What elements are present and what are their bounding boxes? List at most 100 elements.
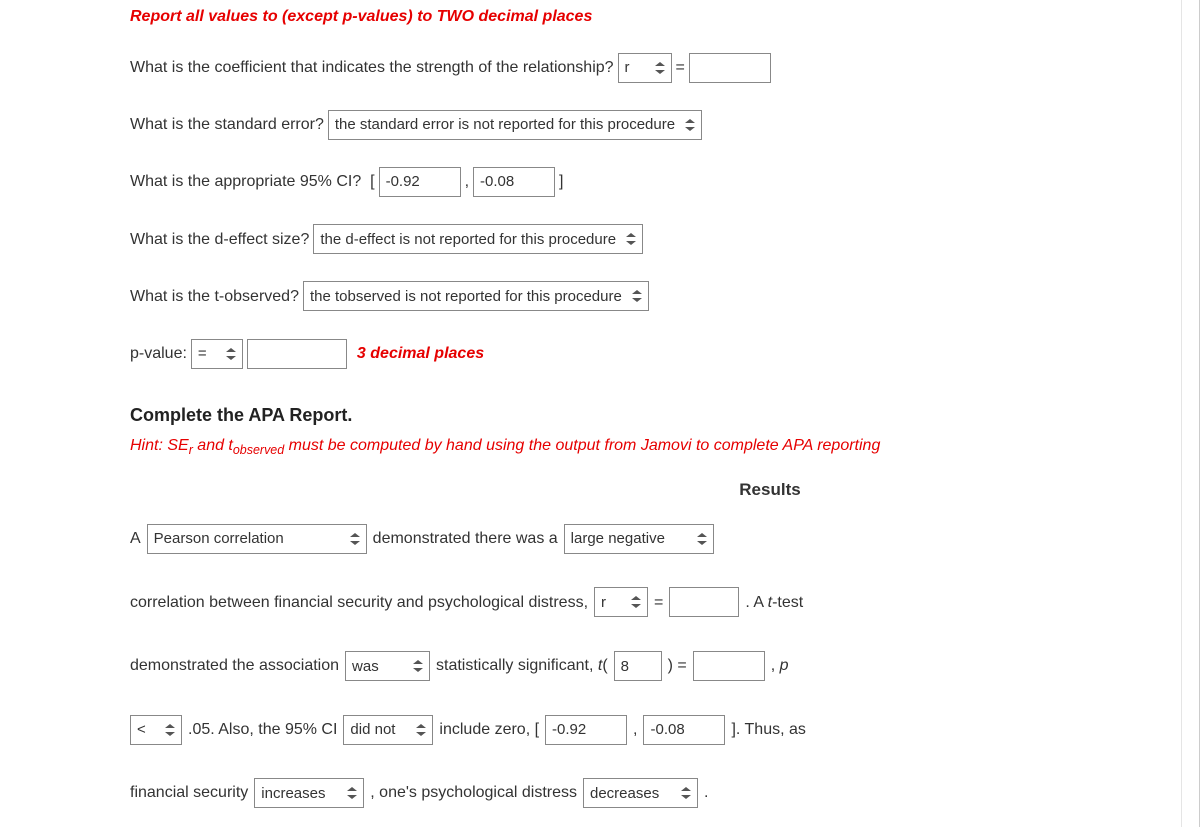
direction2-select[interactable]: decreases <box>583 778 698 808</box>
hint-mid: and t <box>193 437 233 454</box>
pvalue-label: p-value: <box>130 336 187 371</box>
test-type-select[interactable]: Pearson correlation <box>147 524 367 554</box>
effect-direction-select[interactable]: large negative <box>564 524 714 554</box>
sort-icon <box>655 62 665 74</box>
instruction-heading: Report all values to (except p-values) t… <box>130 0 1170 26</box>
q3-text: What is the appropriate 95% CI? [ <box>130 164 375 199</box>
direction2-value: decreases <box>590 774 659 813</box>
comma2: , <box>633 709 637 751</box>
d-effect-value: the d-effect is not reported for this pr… <box>320 223 616 256</box>
text-include-zero: include zero, [ <box>439 709 539 751</box>
q4-row: What is the d-effect size? the d-effect … <box>130 222 1170 257</box>
text-paren-eq: ) = <box>668 645 687 687</box>
was-value: was <box>352 647 379 686</box>
results-line-1: A Pearson correlation demonstrated there… <box>130 518 1170 560</box>
q2-row: What is the standard error? the standard… <box>130 107 1170 142</box>
pvalue-operator-value: = <box>198 337 207 370</box>
text-comma-p: , p <box>771 645 789 687</box>
results-line-5: financial security increases , one's psy… <box>130 772 1170 814</box>
p-compare-select[interactable]: < <box>130 715 182 745</box>
d-effect-select[interactable]: the d-effect is not reported for this pr… <box>313 224 643 254</box>
text-05-ci: .05. Also, the 95% CI <box>188 709 337 751</box>
sort-icon <box>632 290 642 302</box>
results-line-3: demonstrated the association was statist… <box>130 645 1170 687</box>
results-line-4: < .05. Also, the 95% CI did not include … <box>130 709 1170 751</box>
sort-icon <box>631 596 641 608</box>
q3-row: What is the appropriate 95% CI? [ , ] <box>130 164 1170 199</box>
pvalue-input[interactable] <box>247 339 347 369</box>
p-compare-value: < <box>137 710 146 749</box>
text-period: . <box>704 772 708 814</box>
ci-lower-input[interactable] <box>379 167 461 197</box>
text-correlation-between: correlation between financial security a… <box>130 582 588 624</box>
pvalue-operator-select[interactable]: = <box>191 339 243 369</box>
text-ttest: . A t-test <box>745 582 803 624</box>
apa-hint: Hint: SEr and tobserved must be computed… <box>130 434 1170 460</box>
sort-icon <box>350 533 360 545</box>
bracket-close: ] <box>559 164 563 199</box>
text-stat-sig: statistically significant, t( <box>436 645 608 687</box>
t6b: p <box>780 657 789 674</box>
text-demonstrated-assoc: demonstrated the association <box>130 645 339 687</box>
t5c: ( <box>602 657 607 674</box>
r-value-input[interactable] <box>669 587 739 617</box>
coefficient-symbol-value: r <box>625 51 630 84</box>
t-observed-value: the tobserved is not reported for this p… <box>310 280 622 313</box>
t-observed-select[interactable]: the tobserved is not reported for this p… <box>303 281 649 311</box>
r-symbol-select[interactable]: r <box>594 587 648 617</box>
q6-row: p-value: = 3 decimal places <box>130 336 1170 371</box>
q4-text: What is the d-effect size? <box>130 222 309 257</box>
include-zero-select[interactable]: did not <box>343 715 433 745</box>
t6a: , <box>771 657 780 674</box>
sort-icon <box>416 724 426 736</box>
ci2-upper-input[interactable] <box>643 715 725 745</box>
q2-text: What is the standard error? <box>130 107 324 142</box>
hint-sub-obs: observed <box>233 443 284 457</box>
df-input[interactable] <box>614 651 662 681</box>
q1-row: What is the coefficient that indicates t… <box>130 50 1170 85</box>
content: Report all values to (except p-values) t… <box>0 0 1200 814</box>
q5-row: What is the t-observed? the tobserved is… <box>130 279 1170 314</box>
was-select[interactable]: was <box>345 651 430 681</box>
equals-text: = <box>676 50 685 85</box>
sort-icon <box>226 348 236 360</box>
hint-post: must be computed by hand using the outpu… <box>284 437 880 454</box>
coefficient-value-input[interactable] <box>689 53 771 83</box>
coefficient-symbol-select[interactable]: r <box>618 53 672 83</box>
sort-icon <box>413 660 423 672</box>
comma: , <box>465 164 469 199</box>
equals: = <box>654 582 663 624</box>
sort-icon <box>681 787 691 799</box>
include-zero-value: did not <box>350 710 395 749</box>
t3a: . A <box>745 594 767 611</box>
sort-icon <box>347 787 357 799</box>
standard-error-select[interactable]: the standard error is not reported for t… <box>328 110 702 140</box>
t-value-input[interactable] <box>693 651 765 681</box>
direction1-value: increases <box>261 774 325 813</box>
q1-text: What is the coefficient that indicates t… <box>130 50 614 85</box>
sort-icon <box>165 724 175 736</box>
apa-heading: Complete the APA Report. <box>130 405 1170 426</box>
sort-icon <box>685 119 695 131</box>
standard-error-value: the standard error is not reported for t… <box>335 108 675 141</box>
hint-pre: Hint: SE <box>130 437 189 454</box>
effect-direction-value: large negative <box>571 519 665 558</box>
text-A: A <box>130 518 141 560</box>
results-line-2: correlation between financial security a… <box>130 582 1170 624</box>
results-title: Results <box>370 480 1170 500</box>
ci2-lower-input[interactable] <box>545 715 627 745</box>
direction1-select[interactable]: increases <box>254 778 364 808</box>
sort-icon <box>626 233 636 245</box>
q5-text: What is the t-observed? <box>130 279 299 314</box>
sort-icon <box>697 533 707 545</box>
text-demonstrated: demonstrated there was a <box>373 518 558 560</box>
text-psych-distress: , one's psychological distress <box>370 772 577 814</box>
t3c: -test <box>772 594 803 611</box>
pvalue-note: 3 decimal places <box>357 336 484 371</box>
text-fin-sec: financial security <box>130 772 248 814</box>
text-thus-as: ]. Thus, as <box>731 709 805 751</box>
test-type-value: Pearson correlation <box>154 519 284 558</box>
right-separator <box>1181 0 1182 827</box>
ci-upper-input[interactable] <box>473 167 555 197</box>
r-symbol-value: r <box>601 583 606 622</box>
